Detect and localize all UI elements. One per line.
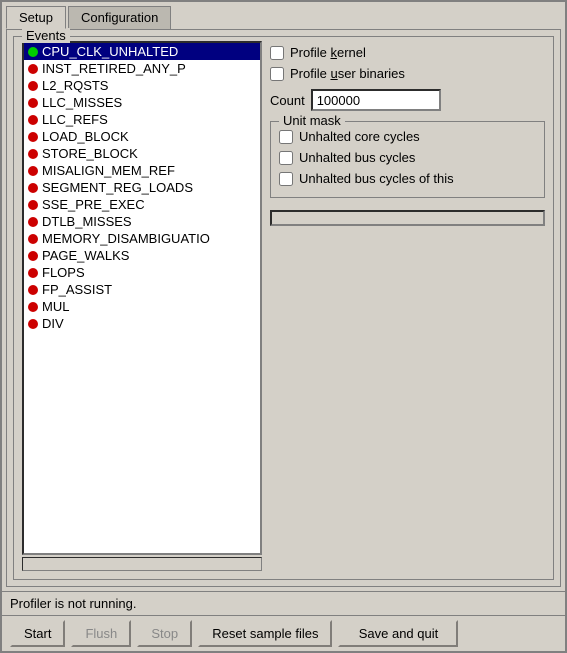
start-button[interactable]: Start — [10, 620, 65, 647]
stop-button[interactable]: Stop — [137, 620, 192, 647]
event-item[interactable]: DIV — [24, 315, 260, 332]
event-item[interactable]: MISALIGN_MEM_REF — [24, 162, 260, 179]
status-bar: Profiler is not running. — [2, 591, 565, 615]
save-quit-button[interactable]: Save and quit — [338, 620, 458, 647]
event-item[interactable]: LOAD_BLOCK — [24, 128, 260, 145]
progress-area — [270, 210, 545, 226]
event-label: L2_RQSTS — [42, 78, 108, 93]
unit-mask-item: Unhalted core cycles — [279, 126, 536, 147]
red-dot-icon — [28, 234, 38, 244]
status-text: Profiler is not running. — [10, 596, 136, 611]
progress-bar — [270, 210, 545, 226]
unit-mask-item: Unhalted bus cycles — [279, 147, 536, 168]
tab-setup[interactable]: Setup — [6, 6, 66, 29]
event-item[interactable]: LLC_MISSES — [24, 94, 260, 111]
event-item[interactable]: CPU_CLK_UNHALTED — [24, 43, 260, 60]
red-dot-icon — [28, 132, 38, 142]
events-group: Events CPU_CLK_UNHALTEDINST_RETIRED_ANY_… — [13, 36, 554, 580]
event-item[interactable]: L2_RQSTS — [24, 77, 260, 94]
red-dot-icon — [28, 81, 38, 91]
unit-mask-item: Unhalted bus cycles of this — [279, 168, 536, 189]
event-item[interactable]: MEMORY_DISAMBIGUATIO — [24, 230, 260, 247]
event-item[interactable]: FP_ASSIST — [24, 281, 260, 298]
unhalted_bus_of_this-label: Unhalted bus cycles of this — [299, 171, 454, 186]
red-dot-icon — [28, 115, 38, 125]
red-dot-icon — [28, 302, 38, 312]
reset-button[interactable]: Reset sample files — [198, 620, 332, 647]
event-label: LLC_REFS — [42, 112, 108, 127]
unit-mask-group: Unit mask Unhalted core cyclesUnhalted b… — [270, 121, 545, 198]
event-label: DTLB_MISSES — [42, 214, 132, 229]
tab-configuration[interactable]: Configuration — [68, 6, 171, 29]
main-window: Setup Configuration Events CPU_CLK_UNHAL… — [0, 0, 567, 653]
profile-user-row: Profile user binaries — [270, 66, 545, 81]
event-label: INST_RETIRED_ANY_P — [42, 61, 186, 76]
profile-user-label: Profile user binaries — [290, 66, 405, 81]
count-row: Count — [270, 89, 545, 111]
flush-button[interactable]: Flush — [71, 620, 131, 647]
unhalted_bus_of_this-checkbox[interactable] — [279, 172, 293, 186]
count-input[interactable] — [311, 89, 441, 111]
main-content: Events CPU_CLK_UNHALTED INST_RETIRED_ANY_… — [6, 29, 561, 587]
red-dot-icon — [28, 285, 38, 295]
event-item[interactable]: INST_RETIRED_ANY_P — [24, 60, 260, 77]
profile-kernel-label: Profile kernel — [290, 45, 366, 60]
red-dot-icon — [28, 149, 38, 159]
red-dot-icon — [28, 200, 38, 210]
event-item[interactable]: LLC_REFS — [24, 111, 260, 128]
event-label: LLC_MISSES — [42, 95, 122, 110]
tab-bar: Setup Configuration — [2, 2, 565, 29]
red-dot-icon — [28, 217, 38, 227]
profile-kernel-row: Profile kernel — [270, 45, 545, 60]
red-dot-icon — [28, 64, 38, 74]
unhalted_core-checkbox[interactable] — [279, 130, 293, 144]
event-label: MEMORY_DISAMBIGUATIO — [42, 231, 210, 246]
horizontal-scrollbar[interactable] — [22, 557, 262, 571]
event-item[interactable]: FLOPS — [24, 264, 260, 281]
event-label: STORE_BLOCK — [42, 146, 138, 161]
red-dot-icon — [28, 268, 38, 278]
unhalted_bus-label: Unhalted bus cycles — [299, 150, 415, 165]
event-label: LOAD_BLOCK — [42, 129, 129, 144]
event-listbox[interactable]: CPU_CLK_UNHALTED INST_RETIRED_ANY_P L2_RQS… — [22, 41, 262, 555]
event-item[interactable]: SSE_PRE_EXEC — [24, 196, 260, 213]
red-dot-icon — [28, 251, 38, 261]
event-item[interactable]: STORE_BLOCK — [24, 145, 260, 162]
unhalted_bus-checkbox[interactable] — [279, 151, 293, 165]
event-label: DIV — [42, 316, 64, 331]
event-label: FLOPS — [42, 265, 85, 280]
event-item[interactable]: MUL — [24, 298, 260, 315]
events-group-label: Events — [22, 28, 70, 43]
event-label: FP_ASSIST — [42, 282, 112, 297]
red-dot-icon — [28, 166, 38, 176]
event-label: PAGE_WALKS — [42, 248, 129, 263]
event-item[interactable]: DTLB_MISSES — [24, 213, 260, 230]
profile-kernel-checkbox[interactable] — [270, 46, 284, 60]
right-panel: Profile kernel Profile user binaries Cou… — [270, 41, 545, 571]
unhalted_core-label: Unhalted core cycles — [299, 129, 420, 144]
event-label: SEGMENT_REG_LOADS — [42, 180, 193, 195]
red-dot-icon — [28, 183, 38, 193]
event-label: CPU_CLK_UNHALTED — [42, 44, 178, 59]
button-bar: Start Flush Stop Reset sample files Save… — [2, 615, 565, 651]
event-item[interactable]: SEGMENT_REG_LOADS — [24, 179, 260, 196]
green-dot-icon — [28, 47, 38, 57]
event-label: SSE_PRE_EXEC — [42, 197, 145, 212]
event-list-container: CPU_CLK_UNHALTED INST_RETIRED_ANY_P L2_RQS… — [22, 41, 262, 571]
count-label: Count — [270, 93, 305, 108]
red-dot-icon — [28, 319, 38, 329]
red-dot-icon — [28, 98, 38, 108]
profile-user-checkbox[interactable] — [270, 67, 284, 81]
event-label: MISALIGN_MEM_REF — [42, 163, 175, 178]
unit-mask-label: Unit mask — [279, 113, 345, 128]
event-label: MUL — [42, 299, 69, 314]
event-item[interactable]: PAGE_WALKS — [24, 247, 260, 264]
